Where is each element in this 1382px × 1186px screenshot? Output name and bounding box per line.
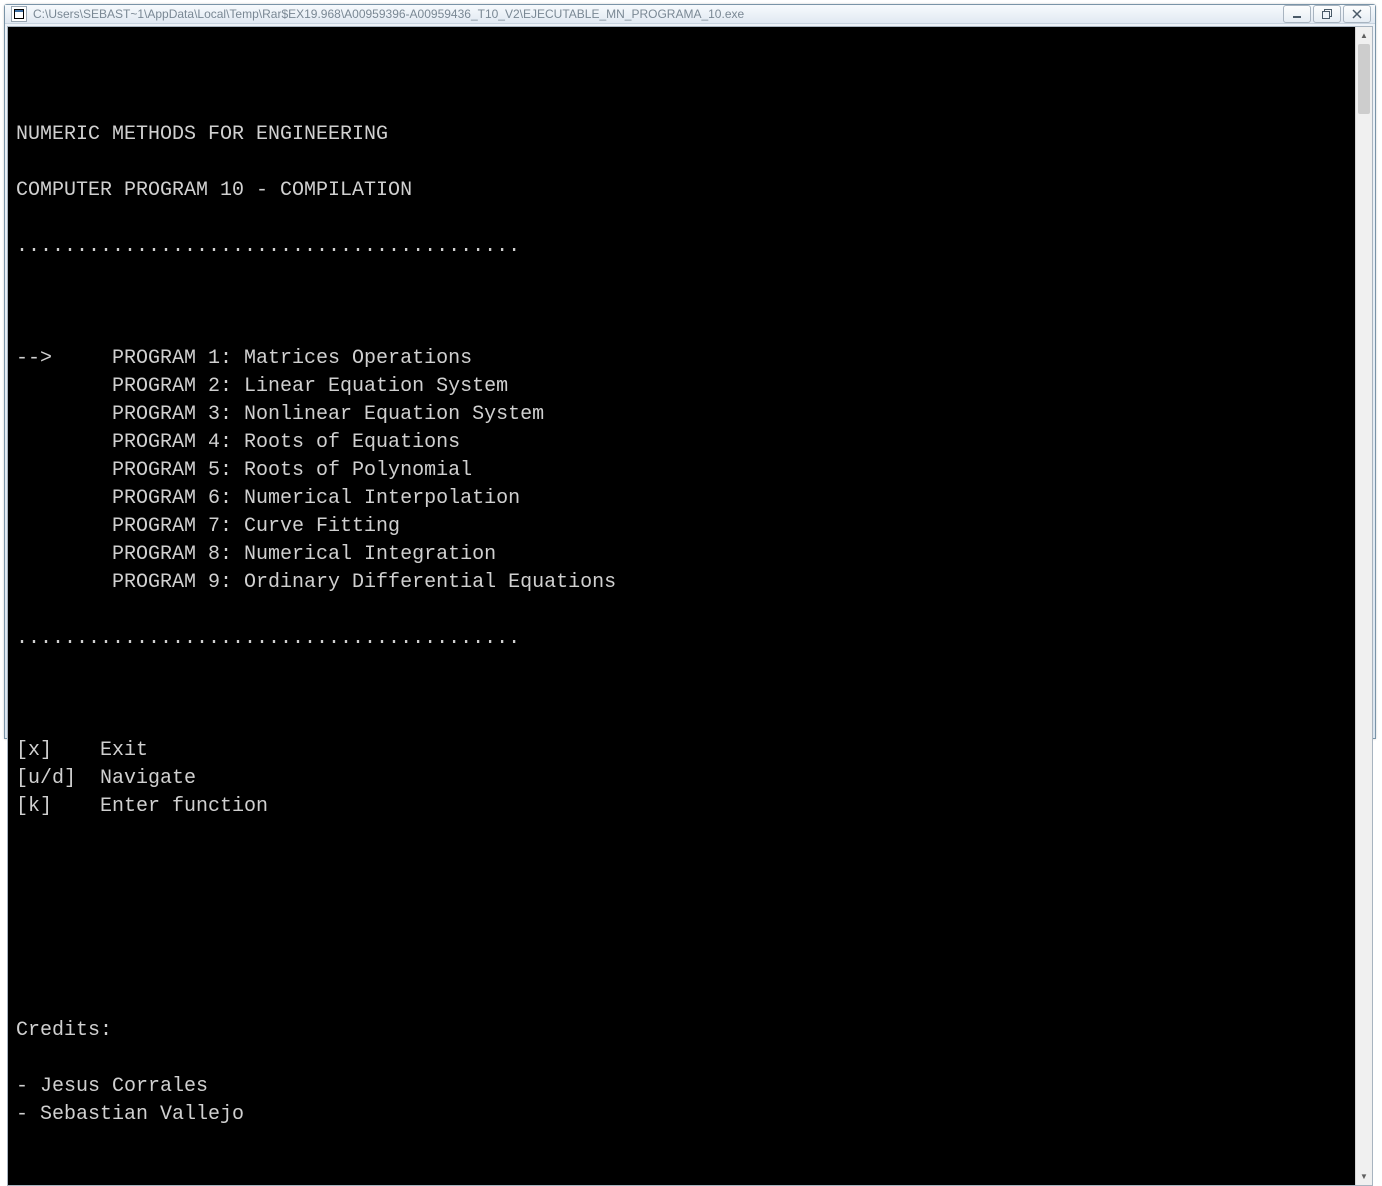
app-window: C:\Users\SEBAST~1\AppData\Local\Temp\Rar… [4, 4, 1376, 739]
program-menu-item-6[interactable]: PROGRAM 6: Numerical Interpolation [16, 485, 1347, 513]
scroll-up-arrow-icon[interactable]: ▲ [1356, 27, 1372, 44]
window-controls [1283, 5, 1371, 23]
titlebar[interactable]: C:\Users\SEBAST~1\AppData\Local\Temp\Rar… [5, 5, 1375, 24]
window-title: C:\Users\SEBAST~1\AppData\Local\Temp\Rar… [33, 7, 1283, 21]
program-menu-item-2[interactable]: PROGRAM 2: Linear Equation System [16, 373, 1347, 401]
client-area: NUMERIC METHODS FOR ENGINEERING COMPUTER… [7, 26, 1373, 1186]
program-menu-item-3[interactable]: PROGRAM 3: Nonlinear Equation System [16, 401, 1347, 429]
blank-line [16, 849, 1347, 877]
program-menu-item-4[interactable]: PROGRAM 4: Roots of Equations [16, 429, 1347, 457]
program-menu: --> PROGRAM 1: Matrices Operations PROGR… [16, 345, 1347, 597]
key-hint-0: [x] Exit [16, 737, 1347, 765]
credit-line-0: - Jesus Corrales [16, 1073, 1347, 1101]
blank-line [16, 905, 1347, 933]
separator-top: ........................................… [16, 233, 1347, 261]
blank-line [16, 961, 1347, 989]
key-hints: [x] Exit[u/d] Navigate[k] Enter function [16, 737, 1347, 821]
blank-line [16, 289, 1347, 317]
console-app-icon [11, 6, 27, 22]
scroll-thumb[interactable] [1358, 44, 1370, 114]
console-output[interactable]: NUMERIC METHODS FOR ENGINEERING COMPUTER… [8, 27, 1355, 1185]
program-menu-item-8[interactable]: PROGRAM 8: Numerical Integration [16, 541, 1347, 569]
scroll-down-arrow-icon[interactable]: ▼ [1356, 1168, 1372, 1185]
credits-list: - Jesus Corrales- Sebastian Vallejo [16, 1073, 1347, 1129]
blank-line [16, 65, 1347, 93]
program-menu-item-7[interactable]: PROGRAM 7: Curve Fitting [16, 513, 1347, 541]
minimize-button[interactable] [1283, 5, 1311, 23]
credits-title: Credits: [16, 1017, 1347, 1045]
separator-bottom: ........................................… [16, 625, 1347, 653]
program-menu-item-5[interactable]: PROGRAM 5: Roots of Polynomial [16, 457, 1347, 485]
key-hint-1: [u/d] Navigate [16, 765, 1347, 793]
blank-line [16, 681, 1347, 709]
header-line-2: COMPUTER PROGRAM 10 - COMPILATION [16, 177, 1347, 205]
credit-line-1: - Sebastian Vallejo [16, 1101, 1347, 1129]
vertical-scrollbar[interactable]: ▲ ▼ [1355, 27, 1372, 1185]
program-menu-item-9[interactable]: PROGRAM 9: Ordinary Differential Equatio… [16, 569, 1347, 597]
scroll-track[interactable] [1356, 44, 1372, 1168]
maximize-button[interactable] [1313, 5, 1341, 23]
program-menu-item-1[interactable]: --> PROGRAM 1: Matrices Operations [16, 345, 1347, 373]
header-line-1: NUMERIC METHODS FOR ENGINEERING [16, 121, 1347, 149]
close-button[interactable] [1343, 5, 1371, 23]
key-hint-2: [k] Enter function [16, 793, 1347, 821]
